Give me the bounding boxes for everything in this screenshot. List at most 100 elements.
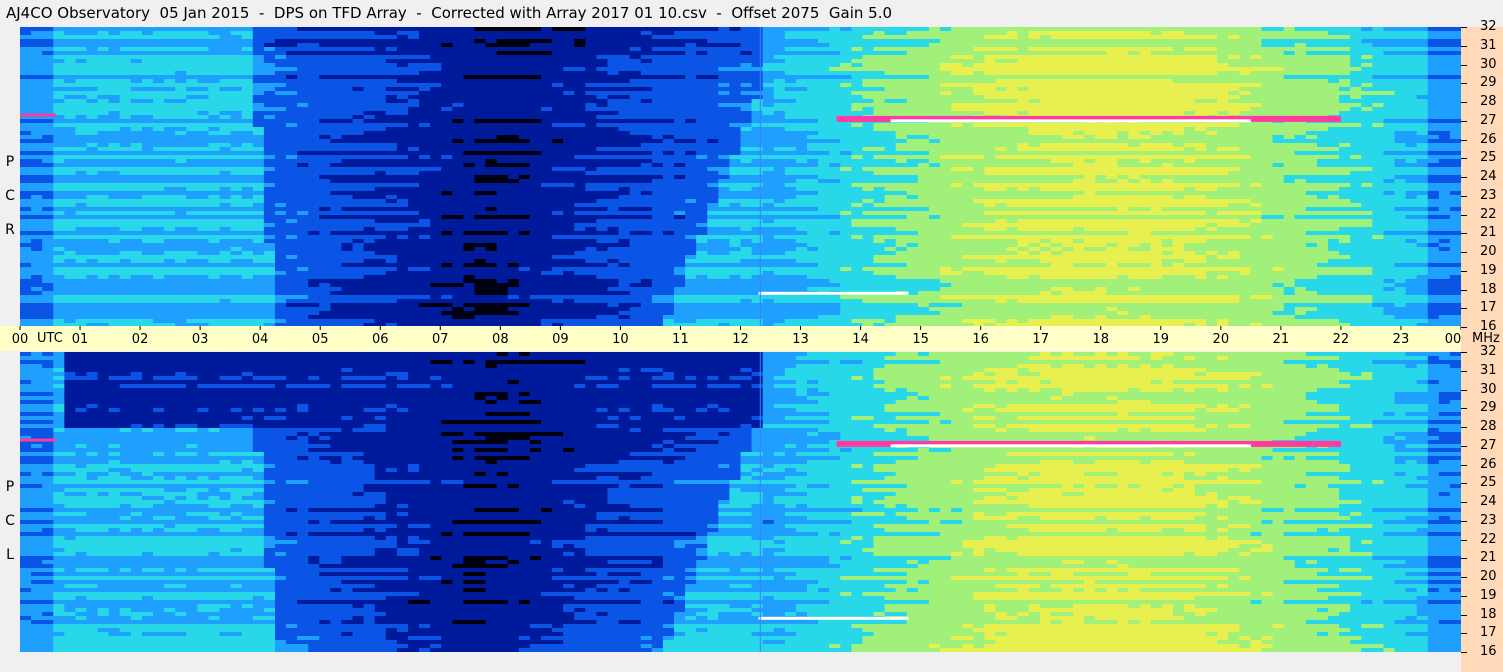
spectrogram-cell xyxy=(1438,115,1451,120)
spectrogram-cell xyxy=(330,99,343,104)
spectrogram-cell xyxy=(1172,163,1185,168)
spectrogram-cell xyxy=(274,51,287,56)
spectrogram-cell xyxy=(1183,167,1196,172)
spectrogram-cell xyxy=(1084,131,1096,136)
spectrogram-cell xyxy=(186,91,198,96)
spectrogram-cell xyxy=(884,35,897,40)
spectrogram-cell xyxy=(64,155,77,160)
spectrogram-cell xyxy=(507,171,520,176)
spectrogram-cell xyxy=(807,151,819,156)
spectrogram-cell xyxy=(696,139,708,144)
spectrogram-cell xyxy=(618,147,631,152)
spectrogram-cell xyxy=(230,115,243,120)
spectrogram-cell xyxy=(1305,27,1318,32)
spectrogram-cell xyxy=(341,83,354,88)
spectrogram-cell xyxy=(618,75,631,80)
spectrogram-cell xyxy=(430,83,442,88)
spectrogram-cell xyxy=(441,27,453,32)
spectrogram-cell xyxy=(75,71,88,76)
spectrogram-cell xyxy=(1194,51,1207,56)
spectrogram-cell xyxy=(241,43,254,48)
spectrogram-cell xyxy=(1272,55,1285,60)
spectrogram-cell xyxy=(1405,159,1418,164)
spectrogram-cell xyxy=(1172,39,1185,44)
spectrogram-cell xyxy=(1061,27,1074,32)
spectrogram-cell xyxy=(64,151,77,156)
spectrogram-cell xyxy=(175,127,187,132)
spectrogram-cell xyxy=(1416,31,1429,36)
spectrogram-cell xyxy=(208,179,221,184)
spectrogram-cell xyxy=(1106,175,1118,180)
spectrogram-cell xyxy=(1117,155,1130,160)
spectrogram-cell xyxy=(153,163,165,168)
spectrogram-cell xyxy=(252,83,265,88)
spectrogram-cell xyxy=(1427,99,1440,104)
spectrogram-cell xyxy=(485,151,498,156)
spectrogram-cell xyxy=(552,55,564,60)
spectrogram-cell xyxy=(563,147,575,152)
spectrogram-cell xyxy=(463,67,476,72)
spectrogram-cell xyxy=(540,103,553,108)
spectrogram-cell xyxy=(906,51,919,56)
spectrogram-cell xyxy=(585,167,597,172)
spectrogram-cell xyxy=(1028,63,1041,68)
spectrogram-cell xyxy=(208,123,221,128)
spectrogram-cell xyxy=(818,47,830,52)
spectrogram-cell xyxy=(441,63,453,68)
spectrogram-cell xyxy=(496,139,509,144)
spectrogram-cell xyxy=(685,91,697,96)
spectrogram-cell xyxy=(286,51,298,56)
spectrogram-cell xyxy=(1117,135,1130,140)
spectrogram-cell xyxy=(1339,155,1351,160)
spectrogram-cell xyxy=(1416,87,1429,92)
spectrogram-cell xyxy=(1305,39,1318,44)
spectrogram-cell xyxy=(1283,103,1296,108)
spectrogram-cell xyxy=(374,111,387,116)
spectrogram-cell xyxy=(496,155,509,160)
spectrogram-cell xyxy=(441,67,453,72)
spectrogram-cell xyxy=(186,39,198,44)
spectrogram-cell xyxy=(1350,123,1362,128)
spectrogram-cell xyxy=(1394,95,1407,100)
spectrogram-cell xyxy=(64,175,77,180)
spectrogram-cell xyxy=(1305,55,1318,60)
spectrogram-cell xyxy=(1172,99,1185,104)
spectrogram-cell xyxy=(1239,111,1251,116)
spectrogram-cell xyxy=(430,163,442,168)
spectrogram-cell xyxy=(153,171,165,176)
spectrogram-cell xyxy=(297,87,309,92)
spectrogram-cell xyxy=(1372,47,1384,52)
spectrogram-cell xyxy=(31,83,43,88)
spectrogram-cell xyxy=(651,175,664,180)
spectrogram-cell xyxy=(1095,155,1107,160)
spectrogram-cell xyxy=(430,59,442,64)
spectrogram-cell xyxy=(153,99,165,104)
spectrogram-cell xyxy=(973,135,985,140)
spectrogram-cell xyxy=(286,103,298,108)
spectrogram-cell xyxy=(906,99,919,104)
spectrogram-cell xyxy=(784,111,797,116)
spectrogram-cell xyxy=(1017,103,1030,108)
spectrogram-cell xyxy=(374,151,387,156)
spectrogram-cell xyxy=(75,179,88,184)
spectrogram-cell xyxy=(1084,75,1096,80)
spectrogram-cell xyxy=(1316,95,1329,100)
spectrogram-cell xyxy=(474,131,487,136)
spectrogram-cell xyxy=(795,83,808,88)
spectrogram-cell xyxy=(241,31,254,36)
spectrogram-cell xyxy=(53,39,65,44)
spectrogram-cell xyxy=(1183,55,1196,60)
spectrogram-cell xyxy=(840,31,852,36)
spectrogram-cell xyxy=(795,39,808,44)
spectrogram-cell xyxy=(1416,163,1429,168)
spectrogram-cell xyxy=(230,151,243,156)
spectrogram-cell xyxy=(1150,71,1163,76)
spectrogram-cell xyxy=(75,127,88,132)
spectrogram-cell xyxy=(1073,99,1085,104)
spectrogram-cell xyxy=(673,91,686,96)
spectrogram-cell xyxy=(241,27,254,32)
spectrogram-cell xyxy=(474,99,487,104)
spectrogram-cell xyxy=(1150,147,1163,152)
spectrogram-cell xyxy=(496,167,509,172)
spectrogram-cell xyxy=(208,95,221,100)
